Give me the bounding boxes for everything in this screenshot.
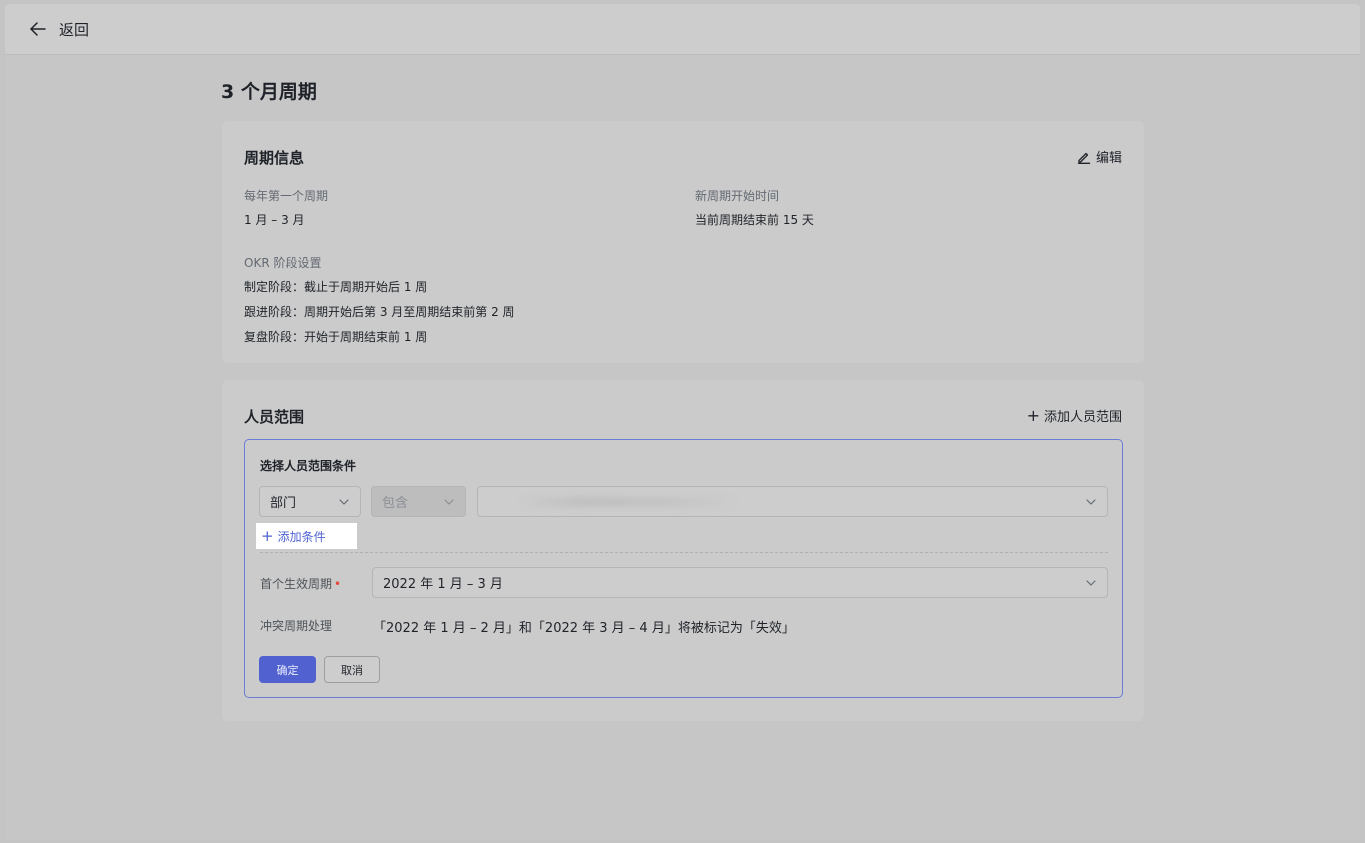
chevron-down-icon <box>1086 579 1096 586</box>
plus-icon: + <box>261 526 274 545</box>
app-frame: 返回 3 个月周期 周期信息 编辑 每年第一个周期 1 月 – 3 月 新周期开… <box>5 4 1360 841</box>
add-condition-label: 添加条件 <box>277 529 326 544</box>
edit-label: 编辑 <box>1095 151 1122 166</box>
first-cycle-value: 1 月 – 3 月 <box>244 213 305 227</box>
conflict-handling-label: 冲突周期处理 <box>260 619 333 633</box>
first-effective-cycle-text: 首个生效周期 <box>260 577 333 591</box>
chevron-down-icon <box>1086 498 1096 505</box>
stage-item-review: 复盘阶段：开始于周期结束前 1 周 <box>244 330 428 344</box>
add-member-scope-button[interactable]: + 添加人员范围 <box>1027 406 1122 425</box>
new-cycle-label: 新周期开始时间 <box>695 189 780 203</box>
top-bar: 返回 <box>5 4 1360 55</box>
member-scope-card: 人员范围 + 添加人员范围 选择人员范围条件 部门 包含 + 添加条件 首个生效… <box>222 380 1144 721</box>
member-scope-title: 人员范围 <box>244 408 305 426</box>
confirm-button[interactable]: 确定 <box>259 656 316 683</box>
back-label: 返回 <box>59 20 90 39</box>
operator-select-value: 包含 <box>382 496 409 511</box>
page-title: 3 个月周期 <box>221 81 317 103</box>
first-effective-cycle-select[interactable]: 2022 年 1 月 – 3 月 <box>372 567 1108 598</box>
new-cycle-value: 当前周期结束前 15 天 <box>695 213 814 227</box>
first-cycle-label: 每年第一个周期 <box>244 189 329 203</box>
back-button[interactable]: 返回 <box>29 19 89 40</box>
divider <box>260 552 1108 553</box>
cancel-button[interactable]: 取消 <box>324 656 380 683</box>
first-effective-cycle-value: 2022 年 1 月 – 3 月 <box>383 577 503 592</box>
department-value-select[interactable] <box>477 486 1108 517</box>
pencil-icon <box>1077 152 1091 164</box>
add-member-scope-label: 添加人员范围 <box>1043 410 1122 425</box>
edit-button[interactable]: 编辑 <box>1077 147 1122 166</box>
chevron-down-icon <box>444 498 454 505</box>
stage-item-track: 跟进阶段：周期开始后第 3 月至周期结束前第 2 周 <box>244 305 515 319</box>
plus-icon: + <box>1026 405 1040 425</box>
add-condition-button[interactable]: + 添加条件 <box>256 523 357 549</box>
field-select[interactable]: 部门 <box>259 486 361 517</box>
required-mark: • <box>334 577 342 591</box>
operator-select[interactable]: 包含 <box>371 486 466 517</box>
field-select-value: 部门 <box>270 496 297 511</box>
editor-title: 选择人员范围条件 <box>260 459 357 473</box>
cycle-info-title: 周期信息 <box>244 149 305 167</box>
blurred-value <box>518 497 738 507</box>
conflict-handling-text: 「2022 年 1 月 – 2 月」和「2022 年 3 月 – 4 月」将被标… <box>373 621 795 636</box>
arrow-left-icon <box>30 22 46 36</box>
stage-item-plan: 制定阶段：截止于周期开始后 1 周 <box>244 280 428 294</box>
first-effective-cycle-label: 首个生效周期 • <box>260 575 341 592</box>
scope-condition-editor: 选择人员范围条件 部门 包含 + 添加条件 首个生效周期 • 2022 年 1 … <box>244 439 1123 698</box>
okr-stage-label: OKR 阶段设置 <box>244 256 322 270</box>
cycle-info-card: 周期信息 编辑 每年第一个周期 1 月 – 3 月 新周期开始时间 当前周期结束… <box>222 121 1144 363</box>
chevron-down-icon <box>339 498 349 505</box>
